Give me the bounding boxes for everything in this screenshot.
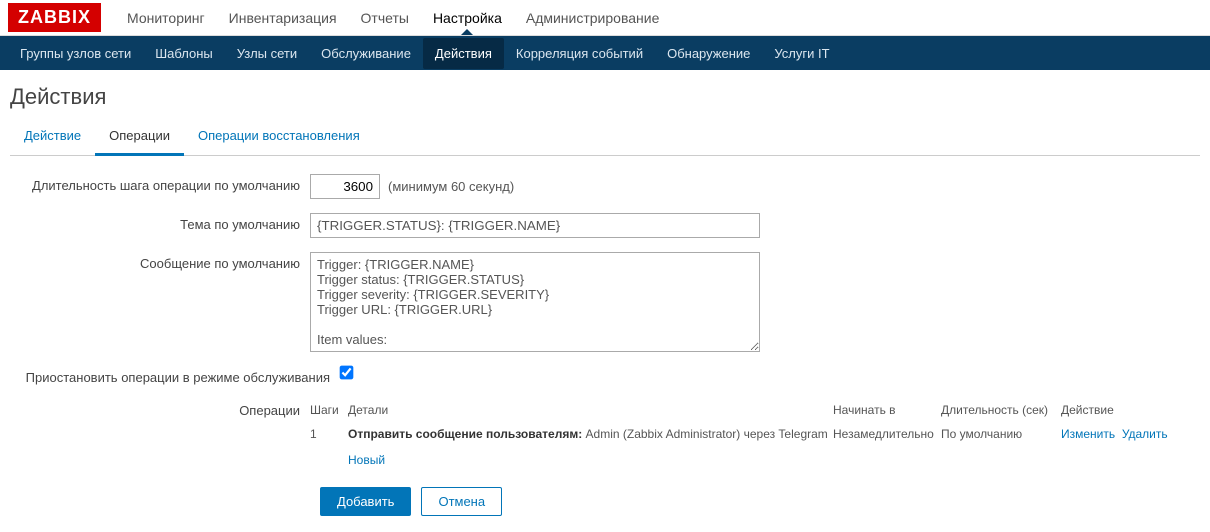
cell-step: 1 — [310, 427, 348, 441]
add-button[interactable]: Добавить — [320, 487, 411, 516]
hdr-start: Начинать в — [833, 403, 941, 417]
tabs: Действие Операции Операции восстановлени… — [10, 120, 1200, 156]
row-default-message: Сообщение по умолчанию — [10, 252, 1200, 352]
textarea-default-message[interactable] — [310, 252, 760, 352]
button-row: Добавить Отмена — [320, 487, 1200, 516]
subnav-hosts[interactable]: Узлы сети — [225, 38, 309, 69]
table-row: 1 Отправить сообщение пользователям: Adm… — [310, 421, 1200, 447]
topnav-configuration[interactable]: Настройка — [421, 2, 514, 34]
subnav-actions[interactable]: Действия — [423, 38, 504, 69]
subnav-correlation[interactable]: Корреляция событий — [504, 38, 655, 69]
row-default-subject: Тема по умолчанию — [10, 213, 1200, 238]
subnav-discovery[interactable]: Обнаружение — [655, 38, 762, 69]
cell-details: Отправить сообщение пользователям: Admin… — [348, 427, 833, 441]
hdr-action: Действие — [1061, 403, 1200, 417]
row-step-duration: Длительность шага операции по умолчанию … — [10, 174, 1200, 199]
input-default-subject[interactable] — [310, 213, 760, 238]
top-menu: Мониторинг Инвентаризация Отчеты Настрой… — [115, 2, 671, 34]
page-title: Действия — [0, 70, 1210, 120]
cancel-button[interactable]: Отмена — [421, 487, 502, 516]
tab-recovery-operations[interactable]: Операции восстановления — [184, 120, 374, 155]
tab-action[interactable]: Действие — [10, 120, 95, 155]
hint-step-duration: (минимум 60 секунд) — [388, 179, 514, 194]
cell-start: Незамедлительно — [833, 427, 941, 441]
topnav-monitoring[interactable]: Мониторинг — [115, 2, 217, 34]
cell-action: Изменить Удалить — [1061, 427, 1200, 441]
cell-duration: По умолчанию — [941, 427, 1061, 441]
label-pause-maintenance: Приостановить операции в режиме обслужив… — [10, 366, 340, 385]
logo[interactable]: ZABBIX — [8, 3, 101, 32]
details-strong: Отправить сообщение пользователям: — [348, 427, 582, 441]
topnav-administration[interactable]: Администрирование — [514, 2, 672, 34]
top-nav: ZABBIX Мониторинг Инвентаризация Отчеты … — [0, 0, 1210, 36]
label-default-subject: Тема по умолчанию — [10, 213, 310, 232]
tab-operations[interactable]: Операции — [95, 120, 184, 156]
topnav-reports[interactable]: Отчеты — [349, 2, 421, 34]
subnav-maintenance[interactable]: Обслуживание — [309, 38, 423, 69]
operations-header: Шаги Детали Начинать в Длительность (сек… — [310, 399, 1200, 421]
subnav-templates[interactable]: Шаблоны — [143, 38, 225, 69]
row-pause-maintenance: Приостановить операции в режиме обслужив… — [10, 366, 1200, 385]
details-rest: Admin (Zabbix Administrator) через Teleg… — [582, 427, 828, 441]
topnav-inventory[interactable]: Инвентаризация — [217, 2, 349, 34]
link-edit[interactable]: Изменить — [1061, 427, 1115, 441]
row-new: Новый — [310, 447, 1200, 473]
checkbox-pause-maintenance[interactable] — [340, 366, 354, 380]
subnav-services[interactable]: Услуги IT — [762, 38, 841, 69]
hdr-details: Детали — [348, 403, 833, 417]
link-remove[interactable]: Удалить — [1122, 427, 1168, 441]
sub-nav: Группы узлов сети Шаблоны Узлы сети Обсл… — [0, 36, 1210, 70]
label-default-message: Сообщение по умолчанию — [10, 252, 310, 271]
row-operations: Операции Шаги Детали Начинать в Длительн… — [10, 399, 1200, 473]
operations-table: Шаги Детали Начинать в Длительность (сек… — [310, 399, 1200, 473]
link-new-operation[interactable]: Новый — [348, 453, 385, 467]
form: Длительность шага операции по умолчанию … — [0, 156, 1210, 526]
label-operations: Операции — [10, 399, 310, 418]
label-step-duration: Длительность шага операции по умолчанию — [10, 174, 310, 193]
subnav-hostgroups[interactable]: Группы узлов сети — [8, 38, 143, 69]
hdr-steps: Шаги — [310, 403, 348, 417]
input-step-duration[interactable] — [310, 174, 380, 199]
hdr-duration: Длительность (сек) — [941, 403, 1061, 417]
